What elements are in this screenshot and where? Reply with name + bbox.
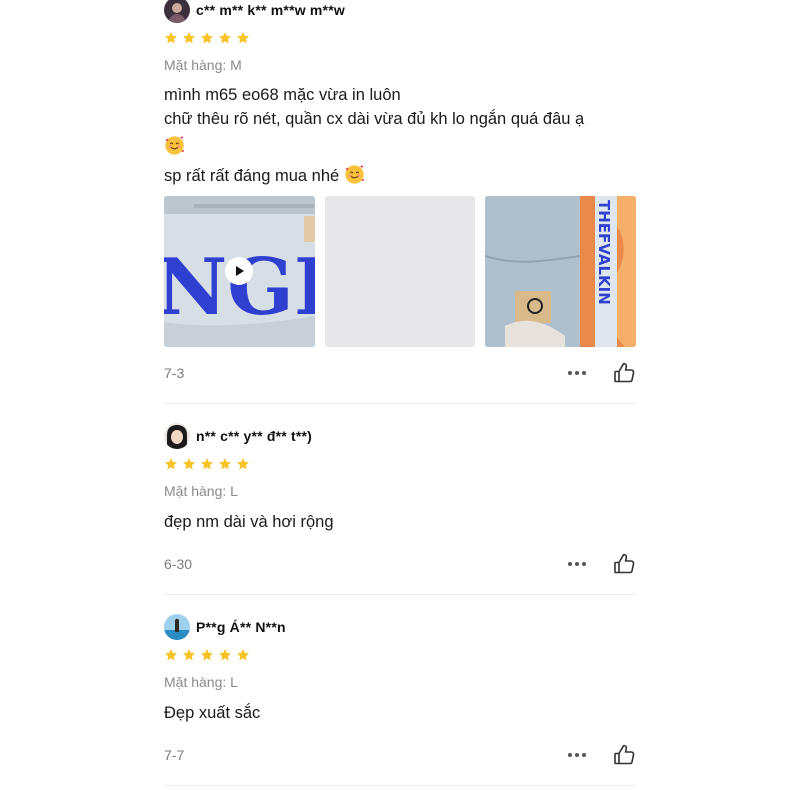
avatar[interactable] bbox=[164, 423, 190, 449]
smiling-face-with-hearts-icon bbox=[164, 135, 185, 156]
review-comment: đẹp nm dài và hơi rộng bbox=[164, 513, 334, 531]
star-icon bbox=[236, 648, 250, 662]
reviewer-row: n** c** y** đ** t**) bbox=[164, 423, 636, 449]
avatar[interactable] bbox=[164, 0, 190, 23]
rating-stars bbox=[164, 457, 636, 471]
variant-label: Mặt hàng: M bbox=[164, 57, 242, 73]
review-footer: 7-7 bbox=[164, 743, 636, 767]
divider bbox=[164, 785, 636, 786]
more-dots-icon[interactable] bbox=[568, 371, 588, 375]
review-date: 6-30 bbox=[164, 556, 193, 572]
star-icon bbox=[218, 648, 232, 662]
variant-label: Mặt hàng: L bbox=[164, 483, 238, 499]
review-card: n** c** y** đ** t**) Mặt hàng: L đẹp nm … bbox=[164, 423, 636, 534]
divider bbox=[164, 403, 636, 404]
review-comment: mình m65 eo68 mặc vừa in luôn chữ thêu r… bbox=[164, 83, 636, 188]
more-dots-icon[interactable] bbox=[568, 753, 588, 757]
reviewer-name: c** m** k** m**w m**w bbox=[196, 2, 345, 18]
star-icon bbox=[200, 457, 214, 471]
rating-stars bbox=[164, 648, 636, 662]
waistband-text: THEFVALKIN bbox=[595, 200, 613, 305]
reviewer-row: P**g Á** N**n bbox=[164, 614, 636, 640]
review-comment: Đẹp xuất sắc bbox=[164, 704, 261, 722]
review-actions bbox=[568, 361, 636, 385]
star-icon bbox=[164, 457, 178, 471]
star-icon bbox=[182, 648, 196, 662]
star-icon bbox=[218, 31, 232, 45]
review-card: c** m** k** m**w m**w Mặt hàng: M mình m… bbox=[164, 0, 637, 347]
review-card: P**g Á** N**n Mặt hàng: L Đẹp xuất sắc bbox=[164, 614, 636, 725]
thumbs-up-icon[interactable] bbox=[612, 552, 636, 576]
more-dots-icon[interactable] bbox=[568, 562, 588, 566]
star-icon bbox=[182, 457, 196, 471]
divider bbox=[164, 594, 636, 595]
thumbs-up-icon[interactable] bbox=[612, 743, 636, 767]
star-icon bbox=[236, 457, 250, 471]
media-gallery: NGER THEFVALKIN bbox=[164, 196, 637, 347]
smiling-face-with-hearts-icon bbox=[344, 164, 365, 185]
rating-stars bbox=[164, 31, 636, 45]
star-icon bbox=[200, 31, 214, 45]
thumbs-up-icon[interactable] bbox=[612, 361, 636, 385]
star-icon bbox=[182, 31, 196, 45]
comment-line: mình m65 eo68 mặc vừa in luôn bbox=[164, 86, 401, 104]
review-footer: 7-3 bbox=[164, 361, 636, 385]
review-actions bbox=[568, 552, 636, 576]
star-icon bbox=[164, 31, 178, 45]
comment-line: chữ thêu rõ nét, quần cx dài vừa đủ kh l… bbox=[164, 110, 585, 128]
play-icon[interactable] bbox=[225, 257, 253, 285]
review-date: 7-7 bbox=[164, 747, 185, 763]
star-icon bbox=[164, 648, 178, 662]
reviewer-name: n** c** y** đ** t**) bbox=[196, 428, 313, 444]
review-actions bbox=[568, 743, 636, 767]
review-image[interactable]: THEFVALKIN bbox=[485, 196, 637, 347]
star-icon bbox=[218, 457, 232, 471]
embroidered-text: NGER bbox=[164, 242, 315, 333]
reviewer-row: c** m** k** m**w m**w bbox=[164, 0, 636, 23]
review-date: 7-3 bbox=[164, 365, 185, 381]
review-video-thumbnail[interactable]: NGER bbox=[164, 196, 315, 347]
avatar[interactable] bbox=[164, 614, 190, 640]
reviewer-name: P**g Á** N**n bbox=[196, 619, 286, 635]
review-footer: 6-30 bbox=[164, 552, 636, 576]
variant-label: Mặt hàng: L bbox=[164, 674, 238, 690]
review-image-placeholder[interactable] bbox=[324, 196, 476, 347]
comment-line: sp rất rất đáng mua nhé bbox=[164, 167, 340, 185]
star-icon bbox=[236, 31, 250, 45]
star-icon bbox=[200, 648, 214, 662]
